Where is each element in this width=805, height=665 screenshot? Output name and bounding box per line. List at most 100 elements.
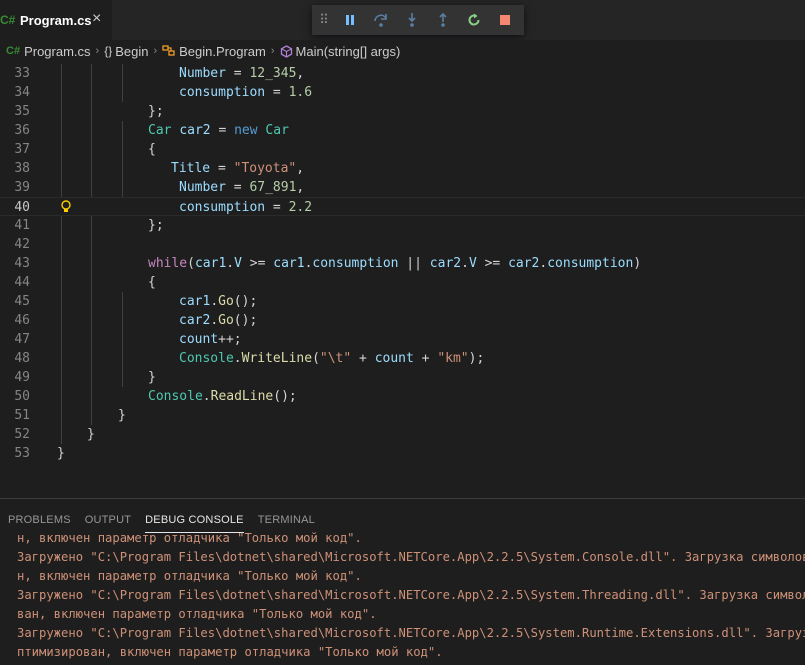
tab-terminal[interactable]: TERMINAL [258, 504, 315, 532]
line-number: 40 [14, 200, 30, 215]
code-line[interactable]: 47 count++; [0, 330, 805, 349]
code-token: consumption [179, 200, 266, 215]
console-line: Загружено "C:\Program Files\dotnet\share… [17, 588, 805, 602]
code-line[interactable]: 39 Number = 67_891, [0, 178, 805, 197]
code-text: car2.Go(); [179, 311, 257, 330]
code-token: = [210, 123, 235, 138]
code-line[interactable]: 43 while(car1.V >= car1.consumption || ca… [0, 254, 805, 273]
code-token: }; [148, 218, 164, 233]
lightbulb-icon[interactable] [60, 200, 72, 214]
code-text: count++; [179, 330, 242, 349]
code-line[interactable]: 33 Number = 12_345, [0, 64, 805, 83]
code-token: , [296, 180, 305, 195]
code-line[interactable]: 45 car1.Go(); [0, 292, 805, 311]
code-text: { [148, 140, 156, 159]
code-line[interactable]: 53} [0, 444, 805, 463]
code-token: } [87, 427, 95, 442]
code-line[interactable]: 38 Title = "Toyota", [0, 159, 805, 178]
code-line[interactable]: 41}; [0, 216, 805, 235]
debug-console-output[interactable]: н, включен параметр отладчика "Только мо… [17, 529, 805, 662]
line-number: 45 [14, 294, 30, 309]
code-token: WriteLine [241, 351, 313, 366]
pause-icon [345, 15, 354, 25]
line-number: 39 [14, 180, 30, 195]
code-token: (); [273, 389, 297, 404]
code-line[interactable]: 36 Car car2 = new Car [0, 121, 805, 140]
tab-output[interactable]: OUTPUT [85, 504, 131, 532]
code-editor[interactable]: 33 Number = 12_345, 34 consumption = 1.6 35}… [0, 62, 805, 498]
code-token: Console [148, 389, 203, 404]
code-line[interactable]: 42 [0, 235, 805, 254]
code-token: car2 [429, 256, 462, 271]
code-token: 12_345 [249, 66, 297, 81]
pause-button[interactable] [334, 5, 365, 35]
code-token: Go [218, 294, 234, 309]
code-token: V [468, 256, 477, 271]
code-text: car1.Go(); [179, 292, 257, 311]
line-number: 42 [14, 237, 30, 252]
code-line[interactable]: 40 consumption = 2.2 [0, 197, 805, 216]
breadcrumb-class[interactable]: Begin.Program [179, 44, 266, 59]
code-token: count [179, 332, 219, 347]
code-token: . [202, 389, 211, 404]
tab-label: Program.cs [20, 12, 92, 28]
drag-handle-icon[interactable]: ⠿ [312, 12, 334, 28]
step-into-icon [407, 13, 416, 27]
code-text: }; [148, 102, 164, 121]
step-out-icon [438, 12, 447, 27]
code-token: count [374, 351, 414, 366]
step-over-button[interactable] [365, 5, 396, 35]
line-number: 52 [14, 427, 30, 442]
code-text: } [148, 368, 156, 387]
code-token: { [148, 275, 156, 290]
code-token: (); [233, 294, 258, 309]
code-token: , [296, 66, 305, 81]
tab-program-cs[interactable]: C# Program.cs × [0, 0, 112, 40]
tab-problems[interactable]: PROBLEMS [8, 504, 71, 532]
code-line[interactable]: 34 consumption = 1.6 [0, 83, 805, 102]
line-number: 33 [14, 66, 30, 81]
code-line[interactable]: 49} [0, 368, 805, 387]
code-text: } [118, 406, 126, 425]
code-token: consumption [312, 256, 399, 271]
breadcrumb-namespace[interactable]: Begin [115, 44, 148, 59]
line-number: 36 [14, 123, 30, 138]
code-token: Go [218, 313, 234, 328]
code-token: "\t" [319, 351, 352, 366]
code-line[interactable]: 48 Console.WriteLine("\t" + count + "km")… [0, 349, 805, 368]
class-icon [162, 45, 175, 56]
code-line[interactable]: 46 car2.Go(); [0, 311, 805, 330]
code-token: car1 [179, 294, 211, 309]
code-line[interactable]: 51} [0, 406, 805, 425]
code-token: car2 [179, 123, 211, 138]
step-out-button[interactable] [427, 5, 458, 35]
code-token: ( [312, 351, 320, 366]
close-icon[interactable]: × [92, 10, 101, 28]
csharp-file-icon: C# [6, 45, 21, 57]
line-number: 37 [14, 142, 30, 157]
code-token: . [233, 351, 242, 366]
code-token: , [296, 161, 305, 176]
code-text: Console.ReadLine(); [148, 387, 297, 406]
code-line[interactable]: 35}; [0, 102, 805, 121]
code-token: "Toyota" [233, 161, 297, 176]
code-line[interactable]: 52} [0, 425, 805, 444]
line-number: 51 [14, 408, 30, 423]
code-text: Number = 12_345, [179, 64, 304, 83]
line-number: 35 [14, 104, 30, 119]
code-token: Car [265, 123, 289, 138]
breadcrumb-method[interactable]: Main(string[] args) [296, 44, 401, 59]
restart-button[interactable] [458, 5, 489, 35]
code-token: ( [187, 256, 195, 271]
step-into-button[interactable] [396, 5, 427, 35]
code-text: { [148, 273, 156, 292]
code-line[interactable]: 37 { [0, 140, 805, 159]
stop-button[interactable] [489, 5, 520, 35]
code-line[interactable]: 50 Console.ReadLine(); [0, 387, 805, 406]
console-line: Загружено "C:\Program Files\dotnet\share… [17, 626, 805, 640]
code-token: 67_891 [249, 180, 297, 195]
breadcrumb-file[interactable]: Program.cs [24, 44, 90, 59]
console-line: Загружено "C:\Program Files\dotnet\share… [17, 550, 805, 564]
code-token: } [148, 370, 156, 385]
code-line[interactable]: 44 { [0, 273, 805, 292]
